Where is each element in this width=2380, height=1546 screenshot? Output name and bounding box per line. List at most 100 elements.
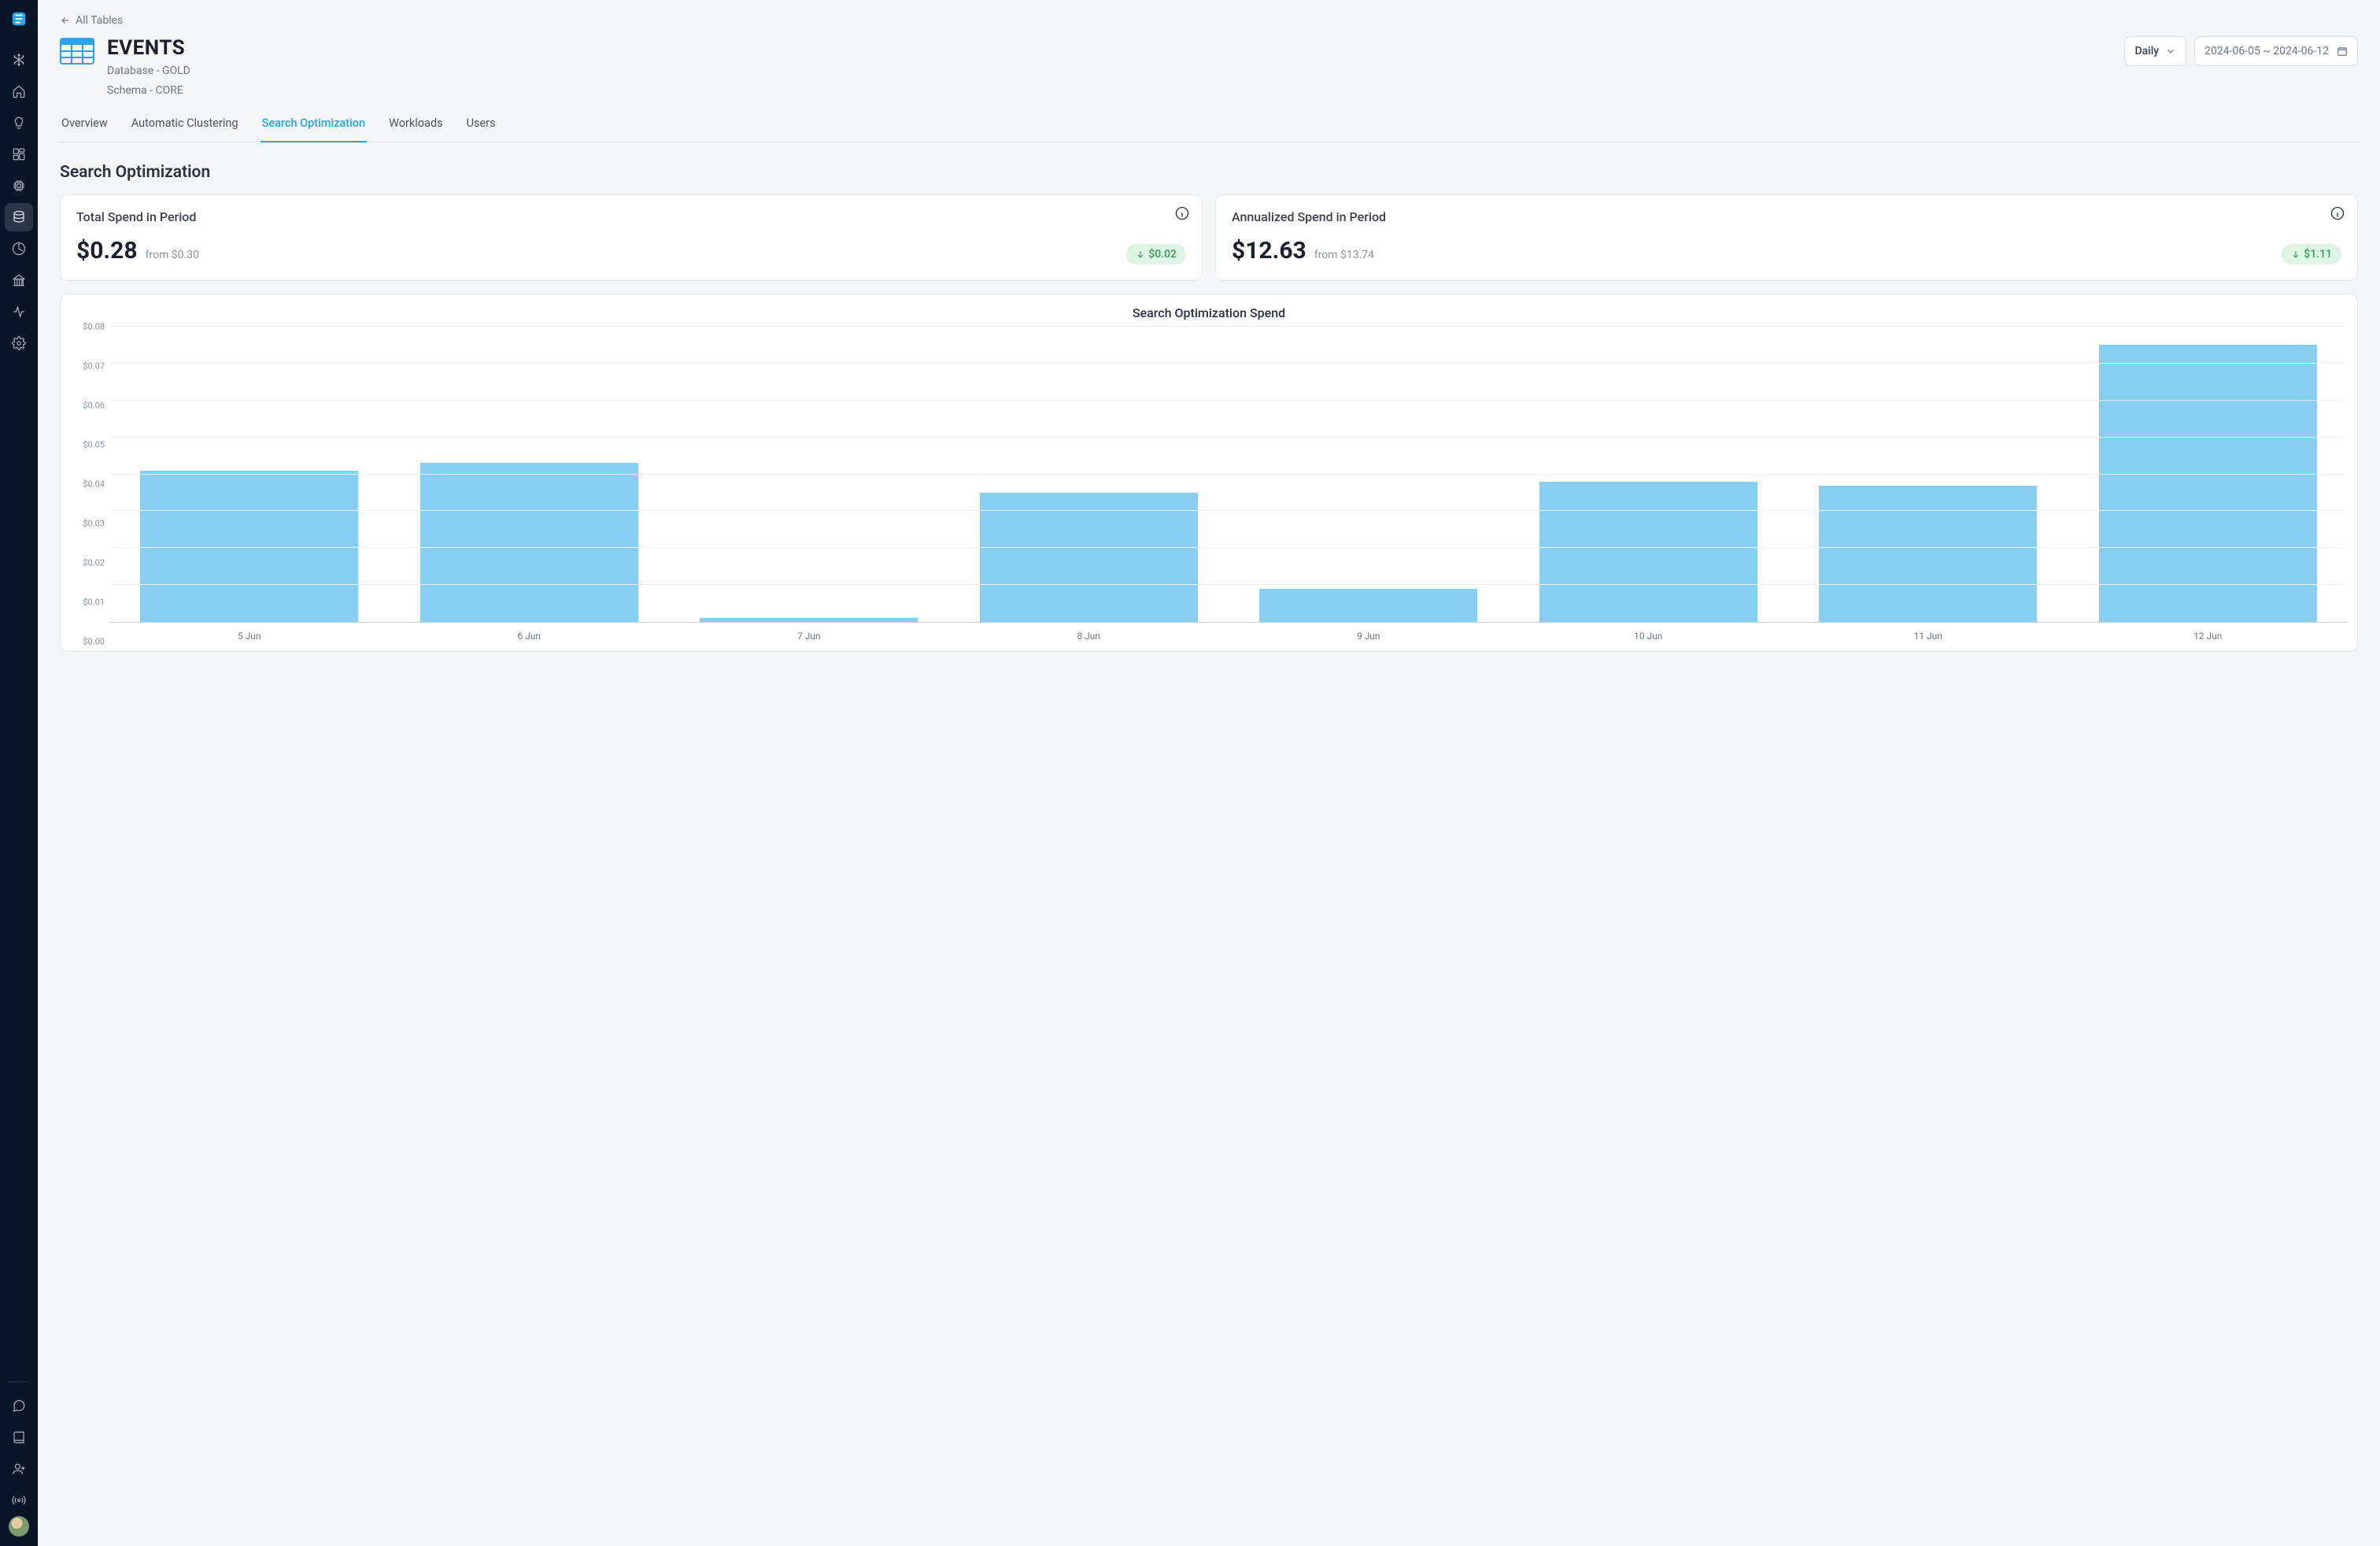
sidebar-item-dashboard[interactable]	[5, 140, 33, 168]
sidebar-item-governance[interactable]	[5, 266, 33, 294]
y-tick: $0.07	[83, 361, 105, 372]
gridline	[109, 326, 2348, 327]
tab-automatic-clustering[interactable]: Automatic Clustering	[130, 107, 240, 142]
database-line: Database - GOLD	[107, 63, 190, 80]
bar[interactable]	[1259, 589, 1477, 622]
granularity-select[interactable]: Daily	[2124, 36, 2186, 66]
y-tick: $0.01	[83, 597, 105, 608]
x-tick: 9 Jun	[1229, 631, 1509, 642]
sidebar-item-docs[interactable]	[5, 1423, 33, 1452]
sidebar-item-storage[interactable]	[5, 203, 33, 231]
user-avatar[interactable]	[9, 1516, 29, 1537]
sidebar-item-snowflake[interactable]	[5, 46, 33, 74]
x-tick: 7 Jun	[669, 631, 949, 642]
gridline	[109, 584, 2348, 585]
page-title: EVENTS	[107, 36, 190, 60]
y-tick: $0.05	[83, 440, 105, 450]
sidebar-item-insights[interactable]	[5, 109, 33, 137]
bar-slot	[669, 327, 949, 622]
bar-slot	[2068, 327, 2349, 622]
chart-x-axis: 5 Jun6 Jun7 Jun8 Jun9 Jun10 Jun11 Jun12 …	[109, 623, 2348, 642]
breadcrumb-back[interactable]: All Tables	[60, 14, 123, 27]
bar-slot	[1788, 327, 2068, 622]
bar[interactable]	[420, 463, 638, 622]
sidebar-item-analytics[interactable]	[5, 235, 33, 263]
x-tick: 6 Jun	[390, 631, 670, 642]
bar[interactable]	[140, 471, 358, 622]
bar-slot	[390, 327, 670, 622]
sidebar-item-broadcast[interactable]	[5, 1486, 33, 1515]
sidebar-item-chat[interactable]	[5, 1392, 33, 1420]
sidebar-item-settings[interactable]	[5, 329, 33, 357]
gridline	[109, 400, 2348, 401]
sidebar	[0, 0, 38, 1546]
bar[interactable]	[2099, 345, 2317, 622]
sidebar-item-home[interactable]	[5, 77, 33, 105]
bar-slot	[1509, 327, 1789, 622]
bar[interactable]	[1819, 486, 2037, 622]
x-tick: 12 Jun	[2068, 631, 2349, 642]
tab-overview[interactable]: Overview	[60, 107, 109, 142]
x-tick: 8 Jun	[949, 631, 1229, 642]
bar[interactable]	[1539, 482, 1757, 622]
x-tick: 11 Jun	[1788, 631, 2068, 642]
chart-plot	[109, 327, 2348, 623]
annualized-spend-from: from $13.74	[1314, 249, 1374, 261]
info-icon[interactable]	[2330, 206, 2345, 220]
total-spend-value: $0.28	[76, 237, 138, 264]
bar[interactable]	[980, 493, 1198, 622]
gridline	[109, 363, 2348, 364]
date-range-value: 2024-06-05 ~ 2024-06-12	[2204, 45, 2329, 57]
calendar-icon	[2337, 46, 2348, 57]
schema-line: Schema - CORE	[107, 83, 190, 99]
y-tick: $0.06	[83, 401, 105, 411]
sidebar-item-invite[interactable]	[5, 1455, 33, 1483]
gridline	[109, 547, 2348, 548]
gridline	[109, 437, 2348, 438]
sidebar-item-compute[interactable]	[5, 172, 33, 200]
bar-slot	[1229, 327, 1509, 622]
bar-slot	[109, 327, 390, 622]
chart-title: Search Optimization Spend	[70, 305, 2348, 320]
annualized-spend-delta: $1.11	[2304, 248, 2332, 261]
chart-card: Search Optimization Spend $0.00 $0.01 $0.0…	[60, 294, 2358, 652]
y-tick: $0.04	[83, 479, 105, 490]
tab-search-optimization[interactable]: Search Optimization	[261, 107, 368, 142]
arrow-left-icon	[60, 15, 71, 26]
x-tick: 10 Jun	[1509, 631, 1789, 642]
table-icon	[60, 38, 94, 72]
tab-workloads[interactable]: Workloads	[387, 107, 445, 142]
info-icon[interactable]	[1175, 206, 1189, 220]
gridline	[109, 474, 2348, 475]
sidebar-divider	[8, 1381, 30, 1382]
total-spend-from: from $0.30	[146, 249, 199, 261]
gridline	[109, 510, 2348, 511]
app-logo[interactable]	[0, 0, 38, 38]
tabs: Overview Automatic Clustering Search Opt…	[60, 107, 2358, 142]
y-tick: $0.08	[83, 322, 105, 332]
section-title: Search Optimization	[60, 163, 2358, 182]
arrow-down-icon	[1136, 250, 1145, 259]
main-content: All Tables EVENTS Database - GOLD Schema…	[38, 0, 2380, 1546]
chart-y-axis: $0.00$0.01$0.02$0.03$0.04$0.05$0.06$0.07…	[70, 327, 109, 642]
y-tick: $0.00	[83, 637, 105, 647]
card-total-title: Total Spend in Period	[76, 209, 1186, 224]
arrow-down-icon	[2291, 250, 2301, 259]
card-annualized-spend: Annualized Spend in Period $12.63 from $…	[1215, 194, 2358, 281]
y-tick: $0.03	[83, 519, 105, 529]
total-spend-delta: $0.02	[1148, 248, 1177, 261]
granularity-value: Daily	[2134, 45, 2159, 57]
bar[interactable]	[700, 618, 918, 622]
bar-slot	[949, 327, 1229, 622]
x-tick: 5 Jun	[109, 631, 390, 642]
annualized-spend-delta-badge: $1.11	[2282, 244, 2341, 264]
total-spend-delta-badge: $0.02	[1126, 244, 1186, 264]
tab-users[interactable]: Users	[465, 107, 497, 142]
sidebar-item-activity[interactable]	[5, 298, 33, 326]
y-tick: $0.02	[83, 558, 105, 568]
chevron-down-icon	[2165, 46, 2176, 57]
annualized-spend-value: $12.63	[1232, 237, 1306, 264]
card-total-spend: Total Spend in Period $0.28 from $0.30 $…	[60, 194, 1203, 281]
date-range-display[interactable]: 2024-06-05 ~ 2024-06-12	[2194, 36, 2358, 66]
breadcrumb-label: All Tables	[76, 14, 123, 27]
